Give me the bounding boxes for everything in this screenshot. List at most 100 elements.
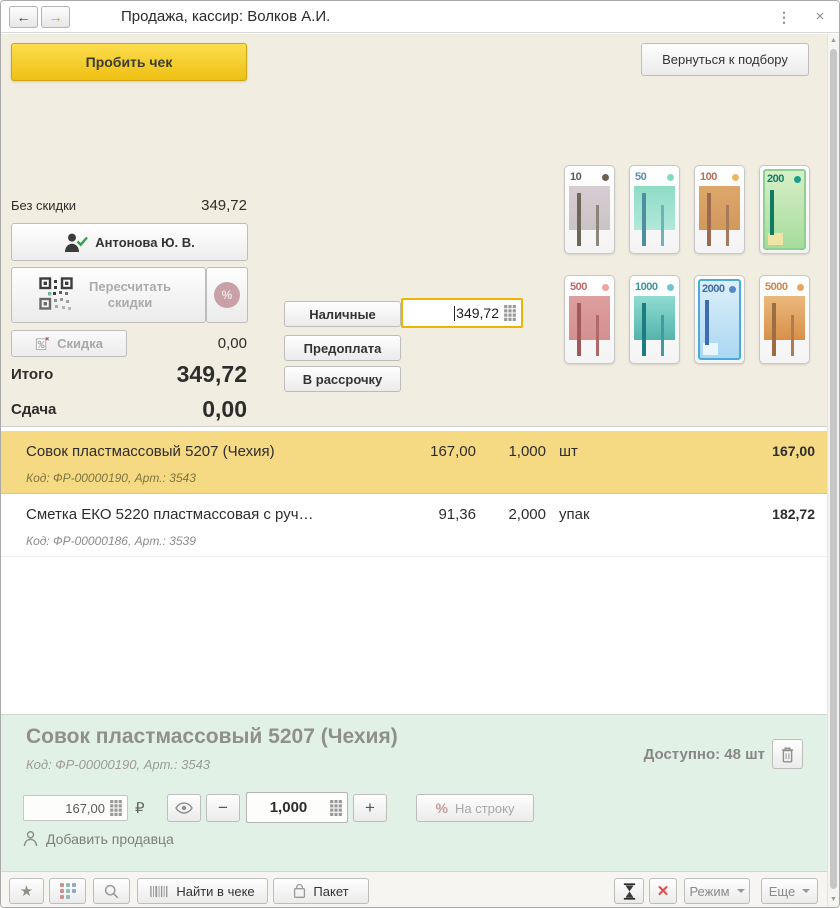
item-price: 91,36	[438, 506, 476, 523]
banknote-header: 100	[700, 171, 739, 183]
star-icon: ★	[19, 883, 34, 900]
bag-icon	[294, 883, 306, 898]
item-total: 167,00	[772, 443, 815, 459]
hourglass-icon	[623, 882, 635, 900]
banknote-bar	[791, 315, 794, 356]
banknote-value: 50	[635, 171, 647, 183]
banknote-bar	[707, 193, 711, 246]
no-discount-value: 349,72	[201, 196, 247, 214]
more-label: Еще	[768, 883, 796, 899]
banknote-value: 10	[570, 171, 582, 183]
banknote-bar	[661, 315, 664, 356]
more-dropdown-button[interactable]: Еще	[761, 878, 818, 904]
favorites-button[interactable]: ★	[9, 878, 44, 904]
punch-check-button[interactable]: Пробить чек	[11, 43, 247, 81]
banknote-art	[764, 296, 805, 340]
banknote-100-button[interactable]: 100	[694, 165, 745, 254]
keypad-icon	[330, 799, 342, 816]
banknote-art: 2000	[698, 279, 741, 360]
discount-button[interactable]: Скидка	[11, 329, 127, 357]
banknote-dot-icon	[667, 283, 674, 291]
banknote-art	[569, 296, 610, 340]
text-cursor	[454, 305, 456, 321]
item-code: Код: ФР-00000190, Арт.: 3543	[26, 471, 196, 485]
back-icon[interactable]: ←	[9, 6, 38, 28]
banknote-500-button[interactable]: 500	[564, 275, 615, 364]
qty-increase-button[interactable]: +	[353, 794, 387, 822]
postpone-check-button[interactable]	[614, 878, 644, 904]
banknote-1000-button[interactable]: 1000	[629, 275, 680, 364]
line-discount-button[interactable]: % На строку	[416, 794, 534, 822]
view-price-button[interactable]	[167, 794, 201, 822]
change-value: 0,00	[202, 395, 247, 422]
payment-amount-input[interactable]: 349,72	[401, 298, 523, 328]
banknote-art	[634, 186, 675, 230]
add-seller-label: Добавить продавца	[46, 830, 174, 847]
receipt-row[interactable]: Сметка ЕКО 5220 пластмассовая с руч… 91,…	[1, 494, 827, 557]
find-in-check-button[interactable]: Найти в чеке	[137, 878, 268, 904]
close-icon[interactable]: ×	[811, 1, 829, 33]
red-x-icon: ✕	[656, 883, 670, 900]
scrollbar-thumb[interactable]	[830, 49, 837, 889]
recalc-discounts-label: Пересчитать скидки	[89, 279, 171, 310]
clear-check-button[interactable]: ✕	[649, 878, 677, 904]
percent-icon: %	[435, 800, 448, 816]
banknote-bar	[577, 193, 581, 246]
qty-decrease-button[interactable]: −	[206, 794, 240, 822]
banknote-header: 5000	[765, 281, 804, 293]
banknote-value: 500	[570, 281, 587, 293]
banknote-bar	[726, 205, 729, 246]
trash-icon	[781, 747, 794, 763]
banknote-value: 5000	[765, 281, 788, 293]
banknote-5000-button[interactable]: 5000	[759, 275, 810, 364]
banknote-50-button[interactable]: 50	[629, 165, 680, 254]
package-label: Пакет	[313, 883, 349, 899]
method-prepay-button[interactable]: Предоплата	[284, 335, 401, 361]
scroll-up-icon[interactable]: ▲	[828, 37, 839, 44]
discount-value: 0,00	[217, 334, 247, 352]
window-menu-icon[interactable]: ⋮	[775, 1, 793, 33]
banknote-bar	[661, 205, 664, 246]
delete-row-button[interactable]	[772, 739, 803, 769]
banknote-2000-button[interactable]: 2000	[694, 275, 745, 364]
banknote-header: 2000	[702, 283, 736, 295]
forward-icon[interactable]: →	[41, 6, 70, 28]
quick-goods-button[interactable]	[49, 878, 86, 904]
person-outline-icon	[23, 831, 38, 847]
no-discount-label: Без скидки	[11, 197, 77, 213]
qr-code-icon	[39, 277, 73, 310]
banknote-value: 2000	[702, 283, 725, 295]
detail-price-input[interactable]: 167,00	[23, 795, 128, 821]
receipt-row[interactable]: Совок пластмассовый 5207 (Чехия) 167,00 …	[1, 431, 827, 494]
return-to-selection-button[interactable]: Вернуться к подбору	[641, 43, 809, 76]
search-button[interactable]	[93, 878, 130, 904]
line-discount-label: На строку	[454, 800, 515, 816]
banknote-10-button[interactable]: 10	[564, 165, 615, 254]
customer-button[interactable]: Антонова Ю. В.	[11, 223, 248, 261]
scroll-down-icon[interactable]: ▼	[828, 896, 839, 903]
banknote-dot-icon	[602, 173, 609, 181]
banknote-bar	[642, 193, 646, 246]
banknotes-row-1: 10 50 100 200	[564, 165, 810, 254]
banknote-200-button[interactable]: 200	[759, 165, 810, 254]
banknote-bar	[577, 303, 581, 356]
mode-label: Режим	[689, 883, 730, 899]
detail-qty-input[interactable]: 1,000	[246, 792, 348, 823]
recalc-discounts-button[interactable]: Пересчитать скидки	[11, 267, 206, 323]
add-seller-link[interactable]: Добавить продавца	[23, 830, 174, 847]
vertical-scrollbar[interactable]: ▲ ▼	[827, 34, 839, 907]
method-cash-button[interactable]: Наличные	[284, 301, 401, 327]
package-button[interactable]: Пакет	[273, 878, 369, 904]
detail-price-value: 167,00	[65, 800, 105, 816]
barcode-icon	[150, 885, 168, 897]
banknote-bar	[596, 315, 599, 356]
banknote-dot-icon	[797, 283, 804, 291]
change-label: Сдача	[11, 400, 57, 418]
discount-percent-button[interactable]: %	[206, 267, 248, 323]
mode-dropdown-button[interactable]: Режим	[684, 878, 750, 904]
method-installment-button[interactable]: В рассрочку	[284, 366, 401, 392]
person-check-icon	[65, 233, 89, 252]
banknote-dot-icon	[794, 175, 801, 183]
pos-sale-window: ← → Продажа, кассир: Волков А.И. ⋮ × Про…	[0, 0, 840, 908]
item-name: Совок пластмассовый 5207 (Чехия)	[26, 443, 275, 460]
